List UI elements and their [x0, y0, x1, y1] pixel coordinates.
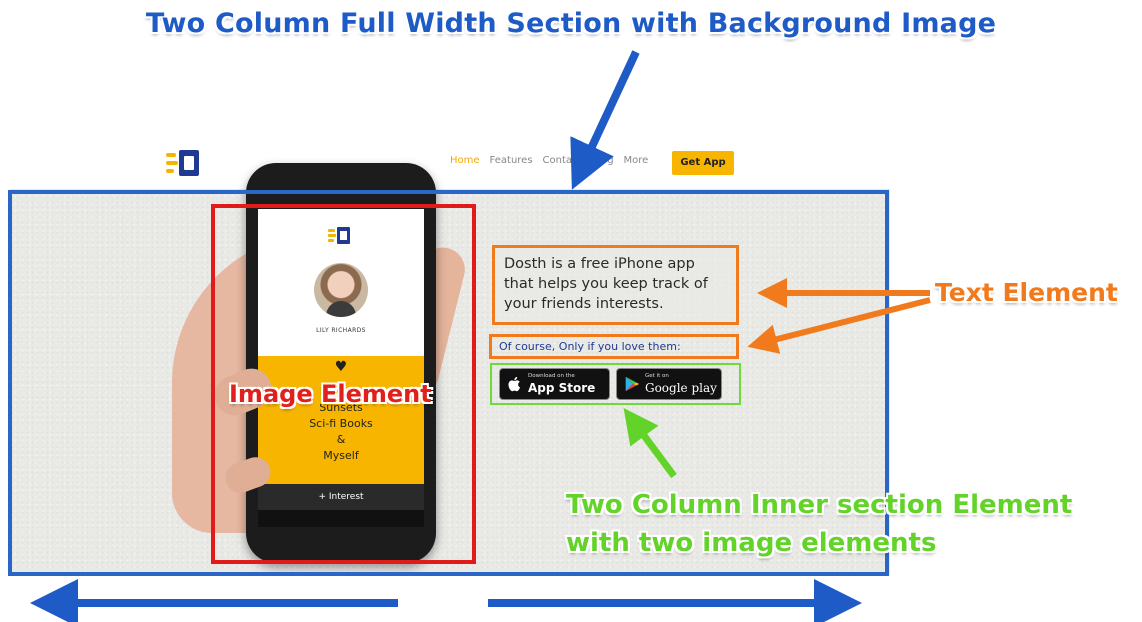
google-play-label: Google play: [645, 381, 717, 395]
phone-screen: LILY RICHARDS ♥ Flowers Sunsets Sci-fi B…: [258, 209, 424, 527]
app-store-badge[interactable]: Download on the App Store: [499, 368, 610, 400]
nav-blog[interactable]: Blog: [591, 155, 613, 166]
inner-section-annotation: Two Column Inner section Element with tw…: [566, 486, 1126, 562]
text-element-annotation: Text Element: [935, 278, 1118, 307]
nav-home[interactable]: Home: [450, 155, 480, 166]
section-title-annotation: Two Column Full Width Section with Backg…: [145, 8, 997, 39]
main-nav: Home Features Contact Blog More: [450, 155, 648, 166]
google-play-badge[interactable]: Get it on Google play: [616, 368, 722, 400]
annotated-screenshot: Two Column Full Width Section with Backg…: [0, 0, 1142, 622]
phone-bezel-bottom: [258, 510, 424, 527]
google-play-icon: [625, 376, 640, 392]
apple-icon: [508, 376, 521, 392]
image-element-annotation: Image Element: [229, 380, 432, 408]
heart-icon: ♥: [334, 359, 348, 375]
interests-panel: ♥ Flowers Sunsets Sci-fi Books & Myself: [258, 356, 424, 484]
hero-subline: Of course, Only if you love them:: [489, 334, 739, 359]
nav-contact[interactable]: Contact: [543, 155, 582, 166]
inner-section-outline: Download on the App Store Get it on Goog…: [490, 363, 741, 405]
interest-item: Myself: [323, 449, 359, 462]
app-store-label: App Store: [528, 381, 596, 395]
phone-mockup: LILY RICHARDS ♥ Flowers Sunsets Sci-fi B…: [246, 163, 436, 563]
site-header: Home Features Contact Blog More Get App: [10, 135, 890, 190]
interest-item: &: [336, 433, 346, 446]
phone-logo-icon: [328, 227, 354, 244]
nav-features[interactable]: Features: [490, 155, 533, 166]
google-play-small-text: Get it on: [645, 373, 669, 379]
dosth-logo-icon[interactable]: [166, 150, 206, 176]
inner-section-annotation-line2: with two image elements: [566, 528, 937, 558]
hero-headline: Dosth is a free iPhone app that helps yo…: [492, 245, 739, 325]
add-interest-button[interactable]: + Interest: [258, 484, 424, 510]
profile-name: LILY RICHARDS: [316, 327, 366, 334]
avatar: [314, 263, 368, 317]
inner-section-annotation-line1: Two Column Inner section Element: [566, 490, 1073, 520]
app-store-small-text: Download on the: [528, 373, 575, 379]
interest-item: Sci-fi Books: [309, 417, 373, 430]
nav-more[interactable]: More: [624, 155, 649, 166]
get-app-button[interactable]: Get App: [672, 151, 734, 175]
